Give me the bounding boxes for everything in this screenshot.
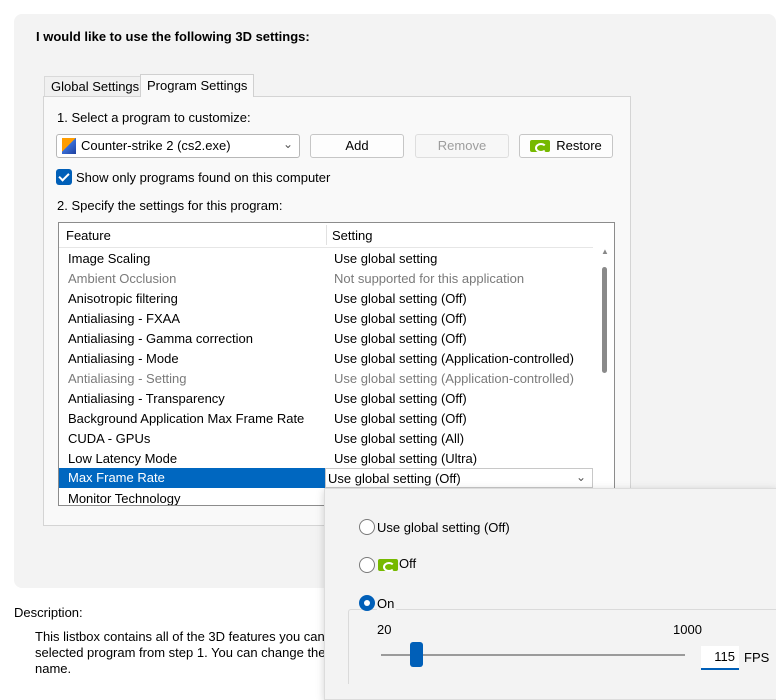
fps-unit-label: FPS [744, 650, 770, 665]
vertical-scrollbar[interactable]: ▲ [597, 247, 613, 505]
radio-off[interactable] [359, 557, 375, 573]
feature-cell: Low Latency Mode [68, 451, 178, 466]
feature-cell: Antialiasing - Setting [68, 371, 187, 386]
setting-dropdown[interactable]: Use global setting (Off) ⌄ [325, 468, 593, 488]
table-row[interactable]: Background Application Max Frame Rate Us… [59, 408, 593, 428]
settings-listbox[interactable]: Feature Setting Image Scaling Use global… [58, 222, 615, 506]
table-row[interactable]: CUDA - GPUs Use global setting (All) [59, 428, 593, 448]
table-row[interactable]: Ambient Occlusion Not supported for this… [59, 268, 593, 288]
setting-cell: Use global setting (Application-controll… [334, 351, 574, 366]
setting-cell: Use global setting (Off) [334, 311, 467, 326]
description-title: Description: [14, 605, 83, 620]
column-header-feature[interactable]: Feature [66, 228, 111, 243]
table-row-selected[interactable]: Max Frame Rate Use global setting (Off) … [59, 468, 593, 488]
feature-cell: CUDA - GPUs [68, 431, 151, 446]
slider-max-label: 1000 [673, 622, 702, 637]
feature-cell: Antialiasing - Mode [68, 351, 179, 366]
feature-cell: Background Application Max Frame Rate [68, 411, 305, 426]
radio-use-global-label[interactable]: Use global setting (Off) [377, 520, 510, 535]
setting-cell: Not supported for this application [334, 271, 525, 286]
table-row[interactable]: Antialiasing - Mode Use global setting (… [59, 348, 593, 368]
setting-dropdown-value: Use global setting (Off) [328, 471, 461, 486]
setting-cell: Use global setting [334, 251, 438, 266]
setting-cell: Use global setting (Off) [334, 331, 467, 346]
scrollbar-thumb[interactable] [602, 267, 607, 373]
description-line: name. [35, 661, 72, 676]
radio-on[interactable] [359, 595, 375, 611]
chevron-down-icon: ⌄ [575, 470, 586, 484]
table-row[interactable]: Image Scaling Use global setting [59, 248, 593, 268]
program-select[interactable]: Counter-strike 2 (cs2.exe) ⌄ [56, 134, 300, 158]
program-select-value: Counter-strike 2 (cs2.exe) [81, 138, 231, 153]
setting-cell: Use global setting (Off) [334, 291, 467, 306]
table-row[interactable]: Antialiasing - Gamma correction Use glob… [59, 328, 593, 348]
column-divider[interactable] [326, 225, 327, 245]
nvidia-logo-icon [530, 140, 551, 153]
feature-cell: Antialiasing - Gamma correction [68, 331, 253, 346]
radio-off-label[interactable]: Off [399, 556, 416, 571]
remove-button[interactable]: Remove [415, 134, 509, 158]
slider-min-label: 20 [377, 622, 392, 637]
max-frame-rate-popup: Use global setting (Off) Off On 20 1000 … [324, 488, 776, 700]
setting-cell: Use global setting (Ultra) [334, 451, 478, 466]
show-only-label: Show only programs found on this compute… [76, 170, 331, 185]
feature-cell: Anisotropic filtering [68, 291, 178, 306]
setting-cell: Use global setting (All) [334, 431, 465, 446]
section-heading: I would like to use the following 3D set… [36, 29, 310, 44]
table-row[interactable]: Antialiasing - Setting Use global settin… [59, 368, 593, 388]
description-line: This listbox contains all of the 3D feat… [35, 629, 325, 644]
feature-cell: Monitor Technology [68, 491, 181, 506]
table-row[interactable]: Anisotropic filtering Use global setting… [59, 288, 593, 308]
restore-label: Restore [556, 138, 602, 153]
frame-rate-slider-thumb[interactable] [410, 642, 423, 667]
tab-global-settings[interactable]: Global Settings [44, 76, 147, 97]
radio-on-label[interactable]: On [377, 596, 397, 611]
column-header-setting[interactable]: Setting [332, 228, 372, 243]
scroll-up-icon[interactable]: ▲ [601, 247, 609, 256]
feature-cell: Antialiasing - Transparency [68, 391, 225, 406]
feature-cell: Ambient Occlusion [68, 271, 177, 286]
table-row[interactable]: Antialiasing - FXAA Use global setting (… [59, 308, 593, 328]
description-line: selected program from step 1. You can ch… [35, 645, 325, 660]
fps-input[interactable]: 115 [701, 646, 739, 670]
list-header: Feature Setting [59, 223, 593, 248]
step2-label: 2. Specify the settings for this program… [57, 198, 283, 213]
step1-label: 1. Select a program to customize: [57, 110, 251, 125]
frame-rate-slider-track[interactable] [381, 654, 685, 656]
tab-program-settings[interactable]: Program Settings [140, 74, 255, 97]
setting-cell: Use global setting (Off) [334, 391, 467, 406]
feature-cell: Image Scaling [68, 251, 151, 266]
feature-cell: Antialiasing - FXAA [68, 311, 180, 326]
radio-use-global[interactable] [359, 519, 375, 535]
add-button[interactable]: Add [310, 134, 404, 158]
table-row[interactable]: Antialiasing - Transparency Use global s… [59, 388, 593, 408]
nvidia-logo-icon [378, 559, 398, 572]
show-only-checkbox[interactable] [56, 169, 72, 185]
feature-cell: Max Frame Rate [59, 468, 325, 488]
setting-cell: Use global setting (Application-controll… [334, 371, 574, 386]
restore-button[interactable]: Restore [519, 134, 613, 158]
table-row[interactable]: Low Latency Mode Use global setting (Ult… [59, 448, 593, 468]
setting-cell: Use global setting (Off) [334, 411, 467, 426]
chevron-down-icon: ⌄ [282, 137, 293, 151]
cs2-icon [62, 138, 76, 154]
